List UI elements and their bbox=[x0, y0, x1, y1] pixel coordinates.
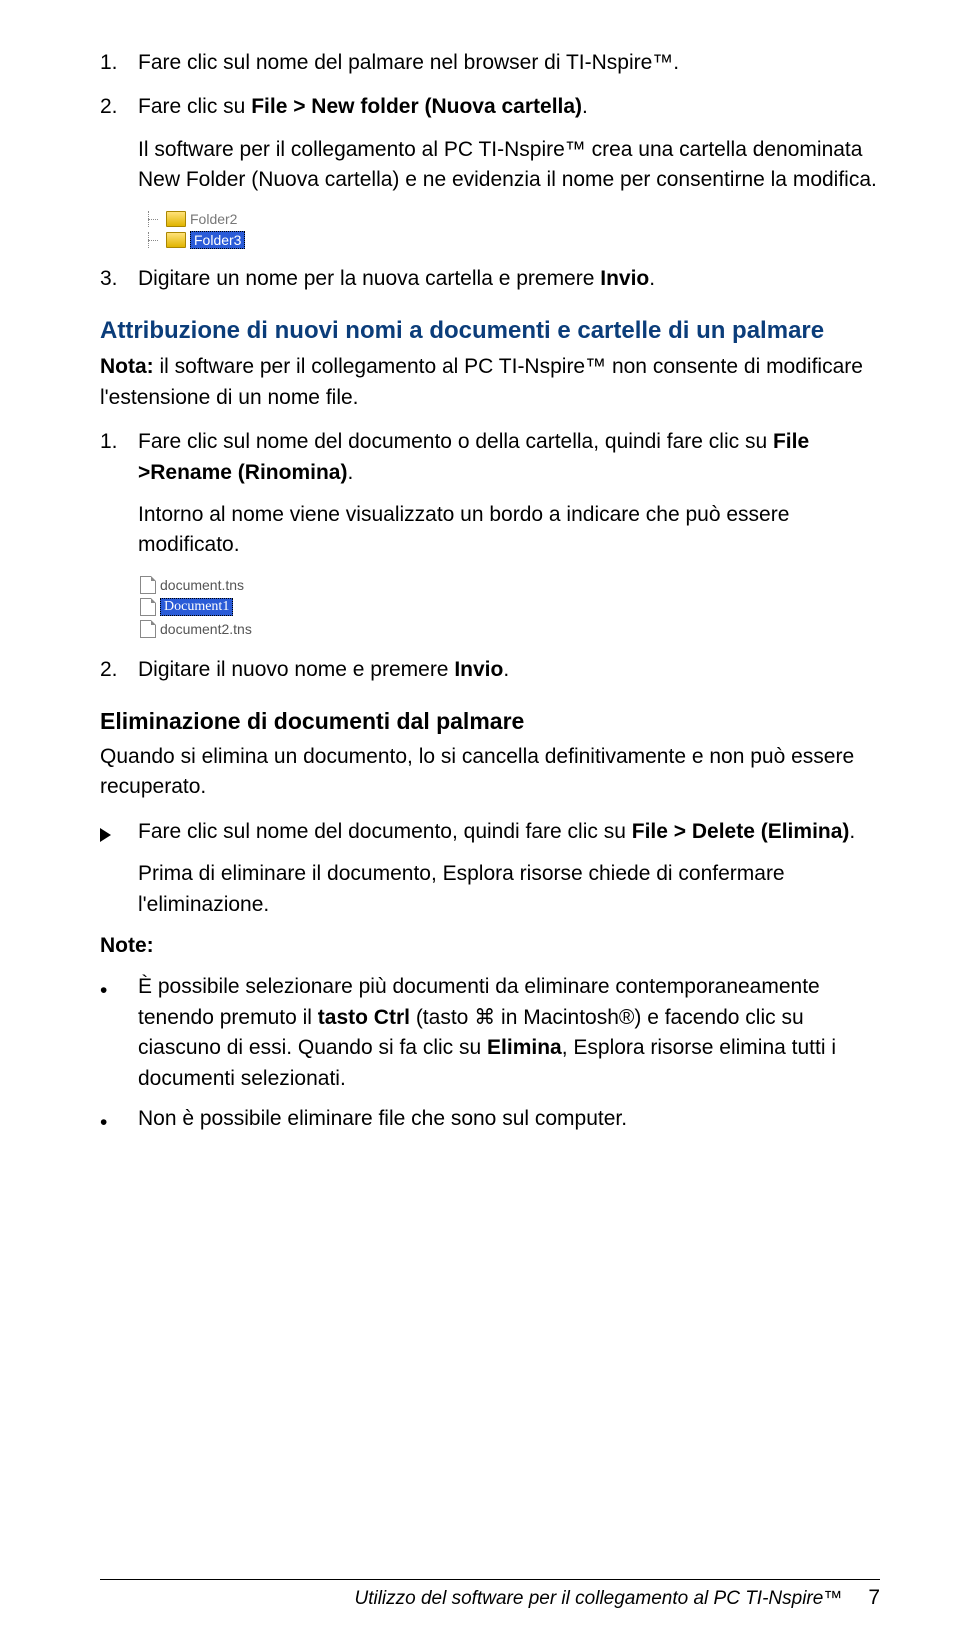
step-description: Intorno al nome viene visualizzato un bo… bbox=[138, 500, 880, 561]
key-name: Invio bbox=[454, 658, 503, 681]
dot-bullet-icon bbox=[100, 1104, 138, 1138]
command-key-symbol: ⌘ bbox=[474, 1006, 495, 1029]
step-body: Digitare un nome per la nuova cartella e… bbox=[138, 264, 880, 294]
document-label: document.tns bbox=[160, 577, 244, 593]
dot-bullet-icon bbox=[100, 972, 138, 1094]
document-icon bbox=[140, 598, 156, 616]
step-text: . bbox=[347, 461, 353, 484]
document-list-screenshot: document.tns Document1 document2.tns bbox=[138, 575, 880, 639]
step-3: 3. Digitare un nome per la nuova cartell… bbox=[100, 264, 880, 294]
notes-label: Note: bbox=[100, 934, 880, 958]
step-2: 2. Fare clic su File > New folder (Nuova… bbox=[100, 92, 880, 195]
rename-step-1: 1. Fare clic sul nome del documento o de… bbox=[100, 427, 880, 561]
folder-icon bbox=[166, 232, 186, 248]
key-name: Invio bbox=[600, 267, 649, 290]
triangle-bullet-icon bbox=[100, 817, 138, 920]
delete-intro: Quando si elimina un documento, lo si ca… bbox=[100, 742, 880, 803]
step-1: 1. Fare clic sul nome del palmare nel br… bbox=[100, 48, 880, 78]
page-footer: Utilizzo del software per il collegament… bbox=[100, 1579, 880, 1610]
step-number: 2. bbox=[100, 655, 138, 685]
bullet-body: Non è possibile eliminare file che sono … bbox=[138, 1104, 880, 1138]
step-body: Fare clic su File > New folder (Nuova ca… bbox=[138, 92, 880, 195]
step-body: Fare clic sul nome del documento o della… bbox=[138, 427, 880, 561]
step-number: 2. bbox=[100, 92, 138, 195]
step-text: Digitare un nome per la nuova cartella e… bbox=[138, 267, 600, 290]
step-text: . bbox=[649, 267, 655, 290]
rename-step-2: 2. Digitare il nuovo nome e premere Invi… bbox=[100, 655, 880, 685]
step-text: . bbox=[503, 658, 509, 681]
step-number: 3. bbox=[100, 264, 138, 294]
step-text: Fare clic sul nome del documento o della… bbox=[138, 430, 773, 453]
bullet-text: . bbox=[849, 820, 855, 843]
note-text: il software per il collegamento al PC TI… bbox=[100, 355, 863, 408]
note-rename: Nota: il software per il collegamento al… bbox=[100, 352, 880, 413]
bullet-body: Fare clic sul nome del documento, quindi… bbox=[138, 817, 880, 920]
bullet-description: Prima di eliminare il documento, Esplora… bbox=[138, 859, 880, 920]
step-description: Il software per il collegamento al PC TI… bbox=[138, 135, 880, 196]
menu-path: File > Delete (Elimina) bbox=[632, 820, 850, 843]
tree-connector-icon bbox=[140, 211, 162, 227]
step-number: 1. bbox=[100, 48, 138, 78]
note-text: (tasto bbox=[410, 1006, 474, 1029]
step-number: 1. bbox=[100, 427, 138, 561]
document-label-selected: Document1 bbox=[160, 598, 233, 616]
command-name: Elimina bbox=[487, 1036, 562, 1059]
page-number: 7 bbox=[868, 1586, 880, 1610]
step-body: Digitare il nuovo nome e premere Invio. bbox=[138, 655, 880, 685]
note-prefix: Nota: bbox=[100, 355, 154, 378]
document-page: { "list1": { "items": [ { "num": "1.", "… bbox=[0, 0, 960, 1650]
step-text: Fare clic su bbox=[138, 95, 251, 118]
folder-label: Folder2 bbox=[190, 211, 237, 227]
note-bullet-2: Non è possibile eliminare file che sono … bbox=[100, 1104, 880, 1138]
step-text: Digitare il nuovo nome e premere bbox=[138, 658, 454, 681]
note-bullet-1: È possibile selezionare più documenti da… bbox=[100, 972, 880, 1094]
note-text: Non è possibile eliminare file che sono … bbox=[138, 1104, 880, 1134]
step-text: Fare clic sul nome del palmare nel brows… bbox=[138, 51, 679, 74]
folder-tree-screenshot: Folder2 Folder3 bbox=[138, 210, 880, 250]
heading-delete: Eliminazione di documenti dal palmare bbox=[100, 707, 880, 736]
menu-path: File > New folder (Nuova cartella) bbox=[251, 95, 582, 118]
key-name: tasto Ctrl bbox=[318, 1006, 410, 1029]
step-body: Fare clic sul nome del palmare nel brows… bbox=[138, 48, 880, 78]
folder-label-selected: Folder3 bbox=[190, 231, 245, 249]
tree-connector-icon bbox=[140, 232, 162, 248]
bullet-body: È possibile selezionare più documenti da… bbox=[138, 972, 880, 1094]
step-text: . bbox=[582, 95, 588, 118]
heading-rename: Attribuzione di nuovi nomi a documenti e… bbox=[100, 316, 880, 346]
footer-title: Utilizzo del software per il collegament… bbox=[354, 1588, 842, 1610]
delete-bullet: Fare clic sul nome del documento, quindi… bbox=[100, 817, 880, 920]
document-icon bbox=[140, 620, 156, 638]
document-label: document2.tns bbox=[160, 621, 252, 637]
folder-icon bbox=[166, 211, 186, 227]
bullet-text: Fare clic sul nome del documento, quindi… bbox=[138, 820, 632, 843]
document-icon bbox=[140, 576, 156, 594]
